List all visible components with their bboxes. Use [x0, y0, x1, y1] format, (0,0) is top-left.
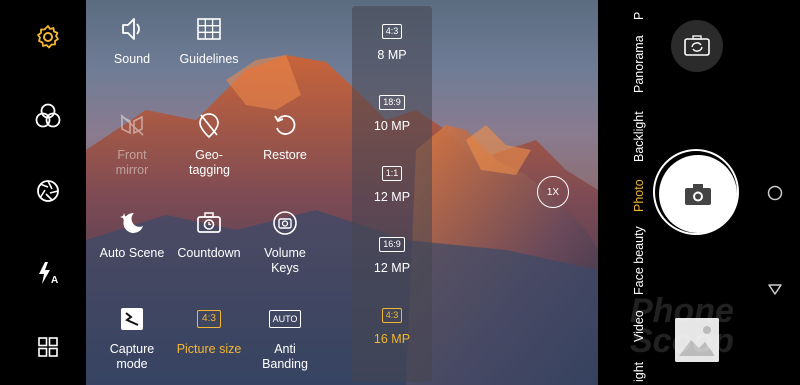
left-toolbar: A	[0, 0, 86, 385]
resolution-option[interactable]: 1:1 12 MP	[352, 165, 432, 204]
geo-tagging-setting[interactable]: Geo-tagging	[169, 108, 249, 178]
auto-scene-icon	[92, 206, 172, 240]
switch-camera-button[interactable]	[671, 20, 723, 72]
sound-setting[interactable]: Sound	[92, 12, 172, 67]
geo-tag-off-icon	[169, 108, 249, 142]
flash-auto-icon[interactable]: A	[31, 256, 65, 290]
ratio-badge: 4:3	[381, 24, 403, 39]
svg-text:A: A	[51, 275, 58, 286]
restore-setting[interactable]: Restore	[245, 108, 325, 163]
guidelines-setting[interactable]: Guidelines	[169, 12, 249, 67]
countdown-label: Countdown	[177, 246, 241, 260]
picture-size-icon: 4:3	[169, 302, 249, 336]
front-mirror-label: Front mirror	[115, 148, 149, 177]
switch-camera-icon	[684, 35, 710, 56]
capture-mode-label: Capture mode	[109, 342, 155, 371]
geo-tagging-label: Geo-tagging	[189, 148, 231, 177]
sound-label: Sound	[113, 52, 151, 66]
resolution-option[interactable]: 4:3 8 MP	[352, 23, 432, 62]
guidelines-label: Guidelines	[179, 52, 239, 66]
home-icon[interactable]	[766, 184, 784, 202]
resolution-size: 10 MP	[373, 119, 411, 133]
restore-icon	[245, 108, 325, 142]
ratio-badge: 4:3	[381, 308, 403, 323]
resolution-size: 8 MP	[377, 48, 407, 62]
mode-backlight[interactable]: Backlight	[632, 111, 646, 162]
anti-banding-label: Anti Banding	[262, 342, 308, 371]
anti-banding-icon: AUTO	[245, 302, 325, 336]
anti-banding-badge: AUTO	[268, 310, 302, 328]
ratio-badge: 1:1	[381, 166, 403, 181]
resolution-option[interactable]: 18:9 10 MP	[352, 94, 432, 133]
picture-size-badge: 4:3	[197, 310, 221, 328]
resolution-size: 16 MP	[373, 332, 411, 346]
auto-scene-label: Auto Scene	[99, 246, 165, 260]
shutter-button[interactable]	[653, 149, 739, 235]
resolution-option[interactable]: 16:9 12 MP	[352, 236, 432, 275]
grid-layout-icon[interactable]	[31, 330, 65, 364]
anti-banding-setting[interactable]: AUTO Anti Banding	[245, 302, 325, 372]
volume-keys-setting[interactable]: Volume Keys	[245, 206, 325, 276]
timer-camera-icon	[169, 206, 249, 240]
watermark: Phone Scoop	[630, 292, 734, 360]
picture-size-panel: 4:3 8 MP 18:9 10 MP 1:1 12 MP 16:9 12 MP…	[352, 6, 432, 382]
ratio-badge: 16:9	[379, 237, 405, 252]
volume-keys-label: Volume Keys	[264, 246, 306, 275]
front-mirror-setting: Front mirror	[92, 108, 172, 178]
camera-icon	[685, 184, 711, 205]
filters-icon[interactable]	[31, 99, 65, 133]
settings-gear-icon[interactable]	[31, 20, 65, 54]
picture-size-setting[interactable]: 4:3 Picture size	[169, 302, 249, 357]
mode-face-beauty[interactable]: Face beauty	[632, 226, 646, 295]
capture-mode-icon	[92, 302, 172, 336]
mode-photo[interactable]: Photo	[632, 179, 646, 212]
ratio-badge: 18:9	[379, 95, 405, 110]
restore-label: Restore	[263, 148, 307, 162]
resolution-size: 12 MP	[373, 261, 411, 275]
mode-panorama[interactable]: Panorama	[632, 35, 646, 93]
grid-icon	[169, 12, 249, 46]
sound-icon	[92, 12, 172, 46]
zoom-button[interactable]: 1X	[537, 176, 569, 208]
mirror-icon	[92, 108, 172, 142]
mode-night[interactable]: ight	[632, 362, 646, 382]
picture-size-label: Picture size	[176, 342, 242, 356]
aperture-icon[interactable]	[31, 174, 65, 208]
auto-scene-setting[interactable]: Auto Scene	[92, 206, 172, 261]
volume-keys-icon	[245, 206, 325, 240]
capture-mode-setting[interactable]: Capture mode	[92, 302, 172, 372]
resolution-size: 12 MP	[373, 190, 411, 204]
resolution-option-selected[interactable]: 4:3 16 MP	[352, 307, 432, 346]
mode-p[interactable]: P	[632, 12, 646, 20]
countdown-setting[interactable]: Countdown	[169, 206, 249, 261]
camera-screen: { "settings": [ {"label":"Sound","icon":…	[0, 0, 800, 385]
